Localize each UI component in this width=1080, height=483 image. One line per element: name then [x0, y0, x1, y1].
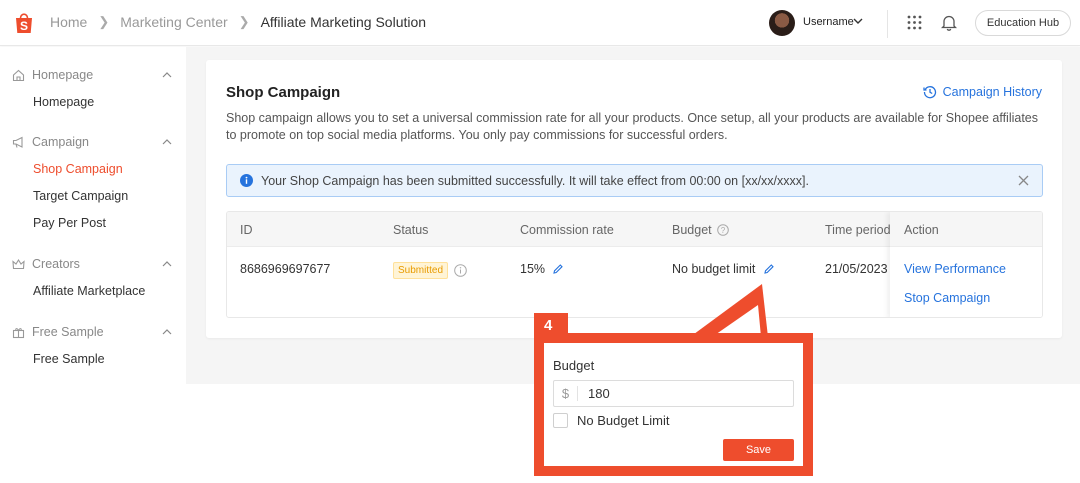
sidebar-item-target-campaign[interactable]: Target Campaign	[33, 186, 172, 206]
info-outline-icon[interactable]	[454, 264, 467, 277]
sidebar-group-label: Free Sample	[32, 325, 104, 339]
breadcrumb: Home ❯ Marketing Center ❯ Affiliate Mark…	[50, 14, 426, 30]
svg-text:S: S	[20, 19, 28, 33]
breadcrumb-marketing-center[interactable]: Marketing Center	[120, 14, 227, 30]
breadcrumb-home[interactable]: Home	[50, 14, 87, 30]
budget-value: No budget limit	[672, 262, 756, 276]
sidebar-group-homepage: Homepage Homepage	[12, 65, 172, 112]
sidebar-group-header[interactable]: Free Sample	[12, 322, 172, 342]
currency-prefix: $	[554, 386, 578, 401]
budget-callout: Budget $ 180 No Budget Limit Save	[534, 333, 813, 476]
chevron-right-icon: ❯	[238, 14, 250, 29]
close-icon[interactable]	[1018, 175, 1029, 186]
budget-input-value[interactable]: 180	[588, 386, 610, 401]
gift-icon	[12, 327, 25, 338]
edit-pencil-icon[interactable]	[552, 263, 564, 275]
campaign-description: Shop campaign allows you to set a univer…	[226, 111, 1038, 142]
stop-campaign-link[interactable]: Stop Campaign	[904, 291, 990, 305]
megaphone-icon	[12, 136, 23, 148]
budget-popover: Budget $ 180 No Budget Limit Save	[544, 343, 803, 466]
avatar[interactable]	[769, 10, 795, 36]
chevron-up-icon[interactable]	[162, 327, 172, 337]
alert-message: Your Shop Campaign has been submitted su…	[261, 173, 809, 188]
budget-input[interactable]: $ 180	[553, 380, 794, 407]
campaign-history-label: Campaign History	[942, 85, 1042, 99]
sidebar-group-campaign: Campaign Shop Campaign Target Campaign P…	[12, 132, 172, 233]
shop-campaign-card: Shop Campaign Campaign History Shop camp…	[206, 60, 1062, 338]
crown-icon	[12, 258, 25, 269]
col-header-status: Status	[393, 223, 429, 237]
page-title: Shop Campaign	[226, 84, 341, 101]
sidebar-item-shop-campaign[interactable]: Shop Campaign	[33, 159, 172, 179]
apps-grid-icon[interactable]	[907, 15, 922, 30]
cell-commission: 15%	[520, 262, 564, 276]
history-icon	[923, 86, 936, 99]
campaign-table: ID Status Commission rate Budget ? Time …	[226, 211, 1043, 318]
chevron-up-icon[interactable]	[162, 70, 172, 80]
chevron-right-icon: ❯	[98, 14, 110, 29]
col-header-commission: Commission rate	[520, 223, 614, 237]
col-header-budget: Budget ?	[672, 223, 729, 237]
edit-pencil-icon[interactable]	[763, 263, 775, 275]
education-hub-button[interactable]: Education Hub	[975, 10, 1071, 36]
sidebar-item-free-sample[interactable]: Free Sample	[33, 349, 172, 369]
sidebar-item-homepage[interactable]: Homepage	[33, 92, 172, 112]
sidebar-item-affiliate-marketplace[interactable]: Affiliate Marketplace	[33, 281, 172, 301]
bell-icon[interactable]	[941, 14, 957, 31]
header-divider	[887, 10, 888, 38]
cell-id: 8686969697677	[240, 262, 331, 276]
budget-label: Budget	[553, 358, 595, 373]
no-budget-limit-label[interactable]: No Budget Limit	[577, 413, 670, 428]
shopee-logo-icon[interactable]: S	[12, 11, 36, 35]
save-button[interactable]: Save	[723, 439, 794, 461]
sidebar-group-creators: Creators Affiliate Marketplace	[12, 254, 172, 301]
col-header-id: ID	[240, 223, 253, 237]
info-icon	[240, 174, 253, 187]
sidebar-group-free-sample: Free Sample Free Sample	[12, 322, 172, 369]
sidebar-group-label: Campaign	[32, 135, 89, 149]
chevron-up-icon[interactable]	[162, 259, 172, 269]
action-column: Action View Performance Stop Campaign	[890, 212, 1042, 317]
home-icon	[12, 69, 25, 81]
cell-time-period: 21/05/2023	[825, 262, 888, 276]
sidebar: Homepage Homepage Campaign Shop Campaign…	[0, 47, 186, 384]
sidebar-group-header[interactable]: Homepage	[12, 65, 172, 85]
status-badge: Submitted	[393, 262, 449, 279]
view-performance-link[interactable]: View Performance	[904, 262, 1006, 276]
commission-value: 15%	[520, 262, 546, 276]
sidebar-group-label: Homepage	[32, 68, 94, 82]
no-budget-limit-row[interactable]: No Budget Limit	[553, 413, 670, 428]
no-budget-limit-checkbox[interactable]	[553, 413, 568, 428]
cell-budget: No budget limit	[672, 262, 775, 276]
success-alert: Your Shop Campaign has been submitted su…	[226, 164, 1043, 197]
svg-text:?: ?	[720, 226, 725, 235]
cell-status: Submitted	[393, 262, 467, 279]
top-header: S Home ❯ Marketing Center ❯ Affiliate Ma…	[0, 0, 1080, 46]
breadcrumb-affiliate-marketing: Affiliate Marketing Solution	[260, 14, 427, 30]
chevron-down-icon[interactable]	[853, 16, 863, 26]
sidebar-group-header[interactable]: Campaign	[12, 132, 172, 152]
campaign-history-link[interactable]: Campaign History	[923, 85, 1042, 99]
sidebar-group-header[interactable]: Creators	[12, 254, 172, 274]
username-label[interactable]: Username	[803, 16, 854, 28]
col-header-budget-label: Budget	[672, 223, 712, 237]
sidebar-group-label: Creators	[32, 257, 80, 271]
sidebar-item-pay-per-post[interactable]: Pay Per Post	[33, 213, 172, 233]
col-header-time-period: Time period	[825, 223, 891, 237]
col-header-action: Action	[904, 223, 939, 237]
help-icon[interactable]: ?	[716, 224, 729, 236]
chevron-up-icon[interactable]	[162, 137, 172, 147]
